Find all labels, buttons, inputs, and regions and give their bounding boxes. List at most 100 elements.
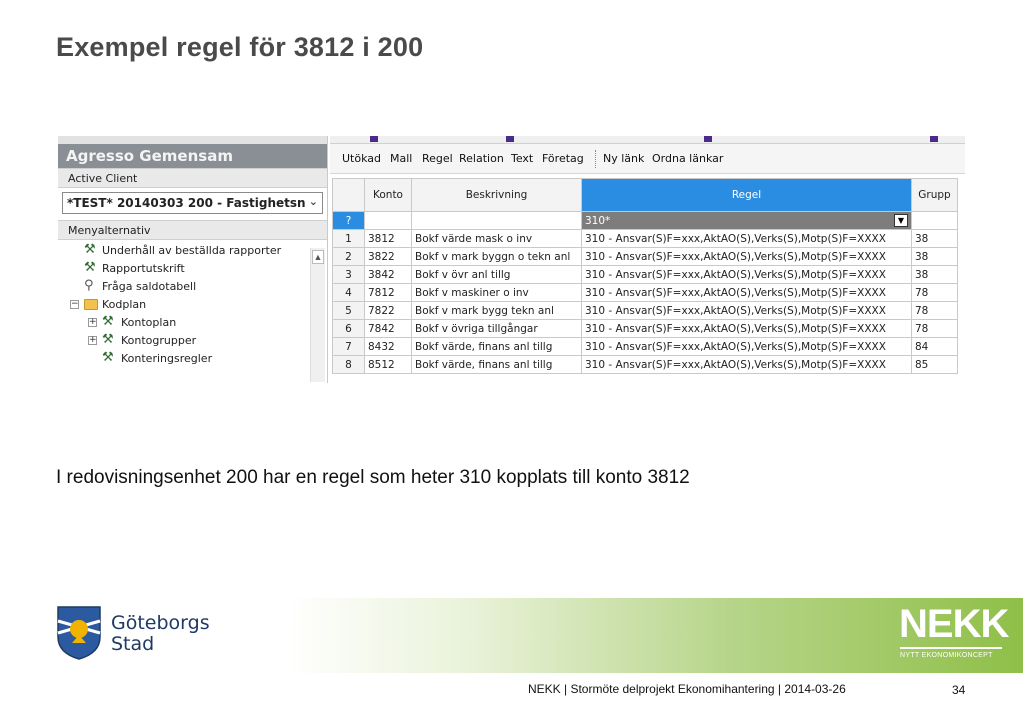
slide-title: Exempel regel för 3812 i 200 — [56, 32, 424, 62]
cell-grupp[interactable]: 78 — [911, 301, 958, 320]
cell-grupp[interactable]: 85 — [911, 355, 958, 374]
cell-konto[interactable]: 7812 — [364, 283, 412, 302]
menu-item-underhall[interactable]: ⚒ Underhåll av beställda rapporter — [58, 242, 327, 260]
nekk-divider — [900, 647, 1002, 649]
table-row[interactable]: 3 3842 Bokf v övr anl tillg 310 - Ansvar(S)… — [332, 265, 958, 284]
collapse-icon[interactable]: − — [70, 300, 79, 309]
row-number: 7 — [332, 337, 365, 356]
menu-item-label: Konteringsregler — [121, 352, 213, 365]
cell-regel[interactable]: 310 - Ansvar(S)F=xxx,AktAO(S),Verks(S),M… — [581, 319, 912, 338]
row-number: 6 — [332, 319, 365, 338]
menu-item-kontogrupper[interactable]: + ⚒ Kontogrupper — [58, 332, 327, 350]
table-row[interactable]: 6 7842 Bokf v övriga tillgångar 310 - Ansva… — [332, 319, 958, 338]
cell-regel[interactable]: 310 - Ansvar(S)F=xxx,AktAO(S),Verks(S),M… — [581, 283, 912, 302]
column-header-grupp[interactable]: Grupp — [911, 178, 958, 212]
filter-konto[interactable] — [364, 211, 412, 230]
table-row[interactable]: 1 3812 Bokf värde mask o inv 310 - Ansvar(S… — [332, 229, 958, 248]
scroll-up-icon[interactable]: ▲ — [312, 250, 324, 264]
cell-regel[interactable]: 310 - Ansvar(S)F=xxx,AktAO(S),Verks(S),M… — [581, 337, 912, 356]
menu-item-konteringsregler[interactable]: ⚒ Konteringsregler — [58, 350, 327, 368]
cell-grupp[interactable]: 78 — [911, 283, 958, 302]
cell-grupp[interactable]: 84 — [911, 337, 958, 356]
cell-konto[interactable]: 3812 — [364, 229, 412, 248]
menu-item-label: Kontogrupper — [121, 334, 197, 347]
toolbar-foretag[interactable]: Företag — [542, 152, 584, 165]
cell-konto[interactable]: 8512 — [364, 355, 412, 374]
menu-item-fraga-saldotabell[interactable]: ⚲ Fråga saldotabell — [58, 278, 327, 296]
cell-beskrivning[interactable]: Bokf v övr anl tillg — [411, 265, 582, 284]
active-client-header: Active Client — [58, 168, 327, 188]
cell-konto[interactable]: 3842 — [364, 265, 412, 284]
filter-grupp[interactable] — [911, 211, 958, 230]
active-client-select[interactable]: *TEST* 20140303 200 - Fastighetsn ⌄ — [62, 192, 323, 214]
cell-beskrivning[interactable]: Bokf v mark bygg tekn anl — [411, 301, 582, 320]
table-row[interactable]: 5 7822 Bokf v mark bygg tekn anl 310 - Ansv… — [332, 301, 958, 320]
row-number: 2 — [332, 247, 365, 266]
toolbar-text[interactable]: Text — [511, 152, 533, 165]
table-row[interactable]: 8 8512 Bokf värde, finans anl tillg 310 - A… — [332, 355, 958, 374]
tab-icon[interactable] — [704, 136, 712, 142]
tool-icon: ⚒ — [102, 314, 114, 329]
tool-icon: ⚒ — [102, 350, 114, 365]
toolbar-ny-lank[interactable]: Ny länk — [603, 152, 644, 165]
chevron-down-icon[interactable]: ⌄ — [309, 195, 318, 208]
goteborgs-stad-logo: Göteborgs Stad — [54, 603, 224, 663]
expand-icon[interactable]: + — [88, 336, 97, 345]
tool-icon: ⚒ — [84, 260, 96, 275]
tab-strip — [330, 136, 965, 144]
tool-icon: ⚒ — [102, 332, 114, 347]
navigation-pane: Agresso Gemensam Active Client *TEST* 20… — [58, 136, 328, 383]
cell-konto[interactable]: 8432 — [364, 337, 412, 356]
toolbar-relation[interactable]: Relation — [459, 152, 504, 165]
expand-icon[interactable]: + — [88, 318, 97, 327]
cell-beskrivning[interactable]: Bokf v övriga tillgångar — [411, 319, 582, 338]
cell-regel[interactable]: 310 - Ansvar(S)F=xxx,AktAO(S),Verks(S),M… — [581, 229, 912, 248]
tab-icon[interactable] — [370, 136, 378, 142]
row-number: 8 — [332, 355, 365, 374]
cell-regel[interactable]: 310 - Ansvar(S)F=xxx,AktAO(S),Verks(S),M… — [581, 265, 912, 284]
menu-item-kontoplan[interactable]: + ⚒ Kontoplan — [58, 314, 327, 332]
filter-beskrivning[interactable] — [411, 211, 582, 230]
cell-konto[interactable]: 3822 — [364, 247, 412, 266]
column-header-regel[interactable]: Regel — [581, 178, 912, 212]
cell-beskrivning[interactable]: Bokf värde, finans anl tillg — [411, 337, 582, 356]
nekk-wordmark: NEKK — [899, 602, 1009, 646]
cell-regel[interactable]: 310 - Ansvar(S)F=xxx,AktAO(S),Verks(S),M… — [581, 301, 912, 320]
slide-caption: I redovisningsenhet 200 har en regel som… — [56, 467, 690, 488]
cell-konto[interactable]: 7822 — [364, 301, 412, 320]
cell-grupp[interactable]: 38 — [911, 265, 958, 284]
cell-beskrivning[interactable]: Bokf v mark byggn o tekn anl — [411, 247, 582, 266]
cell-beskrivning[interactable]: Bokf värde mask o inv — [411, 229, 582, 248]
cell-grupp[interactable]: 38 — [911, 229, 958, 248]
column-header-konto[interactable]: Konto — [364, 178, 412, 212]
table-row[interactable]: 7 8432 Bokf värde, finans anl tillg 310 - A… — [332, 337, 958, 356]
filter-row: ? 310* ▼ — [332, 211, 958, 230]
city-name: Göteborgs Stad — [111, 613, 210, 655]
cell-regel[interactable]: 310 - Ansvar(S)F=xxx,AktAO(S),Verks(S),M… — [581, 247, 912, 266]
filter-regel[interactable]: 310* ▼ — [581, 211, 912, 230]
tab-icon[interactable] — [930, 136, 938, 142]
tree-scrollbar[interactable]: ▲ — [310, 248, 325, 382]
dropdown-arrow-icon[interactable]: ▼ — [894, 214, 908, 227]
cell-grupp[interactable]: 78 — [911, 319, 958, 338]
tab-icon[interactable] — [506, 136, 514, 142]
column-header-beskrivning[interactable]: Beskrivning — [411, 178, 582, 212]
cell-beskrivning[interactable]: Bokf v maskiner o inv — [411, 283, 582, 302]
menu-item-kodplan[interactable]: − Kodplan — [58, 296, 327, 314]
table-row[interactable]: 4 7812 Bokf v maskiner o inv 310 - Ansvar(S… — [332, 283, 958, 302]
toolbar-regel[interactable]: Regel — [422, 152, 453, 165]
menu-item-label: Rapportutskrift — [102, 262, 185, 275]
menu-tree: ⚒ Underhåll av beställda rapporter ⚒ Rap… — [58, 240, 327, 368]
toolbar-ordna-lankar[interactable]: Ordna länkar — [652, 152, 723, 165]
filter-regel-value: 310* — [585, 214, 611, 227]
cell-grupp[interactable]: 38 — [911, 247, 958, 266]
filter-marker: ? — [332, 211, 365, 230]
row-number: 1 — [332, 229, 365, 248]
table-row[interactable]: 2 3822 Bokf v mark byggn o tekn anl 310 - A… — [332, 247, 958, 266]
toolbar-mall[interactable]: Mall — [390, 152, 412, 165]
toolbar-utokad[interactable]: Utökad — [342, 152, 381, 165]
menu-item-rapportutskrift[interactable]: ⚒ Rapportutskrift — [58, 260, 327, 278]
cell-regel[interactable]: 310 - Ansvar(S)F=xxx,AktAO(S),Verks(S),M… — [581, 355, 912, 374]
cell-konto[interactable]: 7842 — [364, 319, 412, 338]
cell-beskrivning[interactable]: Bokf värde, finans anl tillg — [411, 355, 582, 374]
